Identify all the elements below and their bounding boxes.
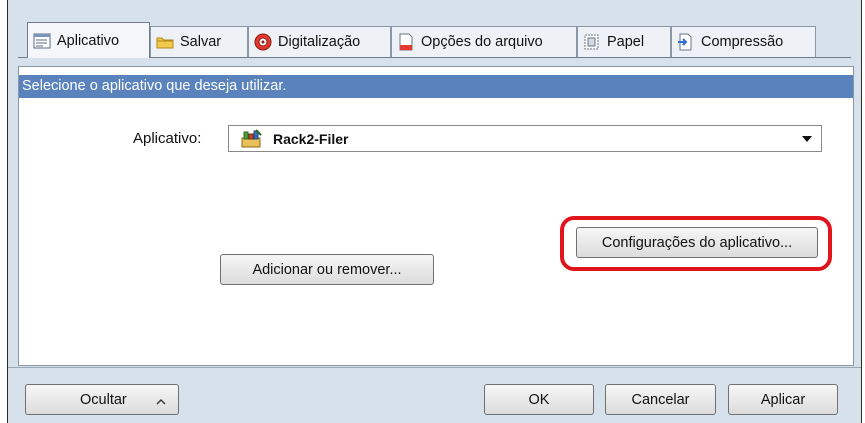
hint-bar: Selecione o aplicativo que deseja utiliz…: [19, 75, 853, 98]
ok-button[interactable]: OK: [484, 384, 594, 415]
apply-button[interactable]: Aplicar: [728, 384, 838, 415]
compression-icon: [677, 33, 695, 51]
application-list-icon: [33, 32, 51, 50]
tab-label: Compressão: [701, 34, 784, 50]
cancel-button[interactable]: Cancelar: [605, 384, 716, 415]
chevron-down-icon[interactable]: [799, 126, 815, 151]
dialog-footer: Ocultar OK Cancelar Aplicar: [8, 367, 861, 423]
highlight-annotation: [560, 216, 832, 271]
apply-button-label: Aplicar: [760, 391, 806, 408]
application-selected-value: Rack2-Filer: [273, 130, 349, 147]
tab-compressao[interactable]: Compressão: [671, 26, 816, 57]
ok-button-label: OK: [528, 391, 550, 408]
tab-opcoes-do-arquivo[interactable]: Opções do arquivo: [391, 26, 577, 57]
chevron-up-icon: [156, 394, 166, 410]
tab-label: Aplicativo: [57, 32, 120, 49]
tab-papel[interactable]: Papel: [577, 26, 671, 57]
cancel-button-label: Cancelar: [631, 391, 690, 408]
tab-bar: Aplicativo Salvar Digitalização Opções d…: [8, 0, 861, 64]
folder-icon: [156, 33, 174, 51]
scan-disc-icon: [254, 33, 272, 51]
rack2-filer-app-icon: [241, 128, 263, 149]
add-remove-button[interactable]: Adicionar ou remover...: [220, 254, 434, 285]
tab-digitalizacao[interactable]: Digitalização: [248, 26, 391, 57]
file-options-icon: [397, 33, 415, 51]
tab-salvar[interactable]: Salvar: [150, 26, 248, 57]
paper-icon: [583, 33, 601, 51]
application-select[interactable]: Rack2-Filer: [228, 125, 822, 152]
tab-label: Salvar: [180, 34, 222, 50]
scan-settings-window: Aplicativo Salvar Digitalização Opções d…: [7, 0, 862, 423]
add-remove-button-label: Adicionar ou remover...: [252, 261, 402, 278]
tab-aplicativo[interactable]: Aplicativo: [27, 22, 150, 58]
hide-button[interactable]: Ocultar: [25, 384, 179, 415]
tab-label: Digitalização: [278, 34, 361, 50]
application-label: Aplicativo:: [133, 130, 202, 147]
footer-divider: [8, 367, 861, 368]
hide-button-label: Ocultar: [80, 391, 127, 408]
tab-label: Papel: [607, 34, 645, 50]
tab-label: Opções do arquivo: [421, 34, 543, 50]
